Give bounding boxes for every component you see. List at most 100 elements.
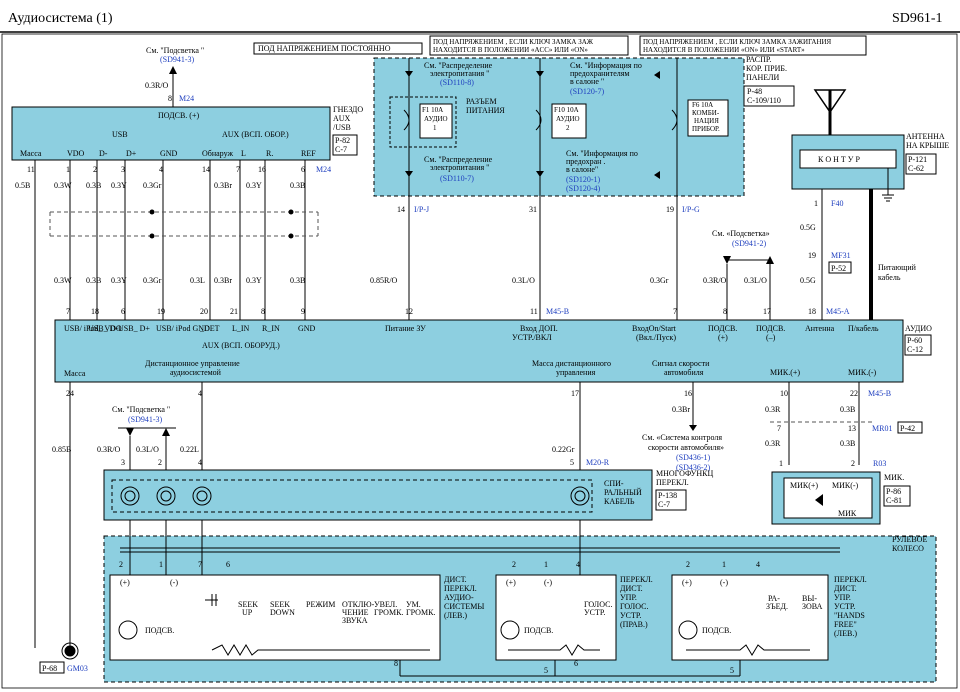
svg-text:0.85B: 0.85B — [52, 445, 71, 454]
svg-text:ПОДСВ.: ПОДСВ. — [524, 626, 553, 635]
svg-text:МИК.(-): МИК.(-) — [848, 368, 877, 377]
svg-text:КОР. ПРИБ.: КОР. ПРИБ. — [746, 64, 787, 73]
svg-text:УСТР./ВКЛ: УСТР./ВКЛ — [512, 333, 552, 342]
svg-text:СИСТЕМЫ: СИСТЕМЫ — [444, 602, 484, 611]
svg-text:(SD120-4): (SD120-4) — [566, 184, 601, 193]
svg-text:2: 2 — [158, 458, 162, 467]
svg-text:MR01: MR01 — [872, 424, 892, 433]
svg-text:0.5G: 0.5G — [800, 276, 816, 285]
svg-text:R_IN: R_IN — [262, 324, 280, 333]
svg-text:(ЛЕВ.): (ЛЕВ.) — [834, 629, 857, 638]
svg-text:0.22L: 0.22L — [180, 445, 199, 454]
svg-text:6: 6 — [226, 560, 230, 569]
svg-text:7: 7 — [673, 307, 677, 316]
svg-text:0.3B: 0.3B — [86, 181, 101, 190]
svg-text:M45-B: M45-B — [868, 389, 891, 398]
svg-text:0.3R/O: 0.3R/O — [97, 445, 121, 454]
svg-text:0.3Y: 0.3Y — [111, 181, 127, 190]
svg-text:КАБЕЛЬ: КАБЕЛЬ — [604, 497, 635, 506]
svg-text:16: 16 — [684, 389, 692, 398]
ground-point-icon — [64, 645, 76, 657]
svg-text:P-52: P-52 — [831, 264, 846, 273]
svg-text:0.3L/O: 0.3L/O — [136, 445, 159, 454]
svg-text:FREE": FREE" — [834, 620, 857, 629]
svg-text:1: 1 — [433, 124, 437, 132]
acc-on-label-2: НАХОДИТСЯ В ПОЛОЖЕНИИ «ACC» ИЛИ «ON» — [433, 46, 588, 54]
svg-text:НА КРЫШЕ: НА КРЫШЕ — [906, 141, 949, 150]
svg-text:0.3Br: 0.3Br — [214, 181, 232, 190]
svg-text:VDO: VDO — [67, 149, 85, 158]
svg-text:12: 12 — [405, 307, 413, 316]
svg-text:8: 8 — [261, 307, 265, 316]
hands-free-switch-left — [671, 574, 829, 661]
svg-text:P-121: P-121 — [908, 155, 927, 164]
svg-text:D+: D+ — [126, 149, 137, 158]
svg-text:10: 10 — [780, 389, 788, 398]
svg-text:3: 3 — [121, 165, 125, 174]
svg-text:2: 2 — [512, 560, 516, 569]
svg-text:0.3L/O: 0.3L/O — [744, 276, 767, 285]
svg-text:(+): (+) — [120, 578, 130, 587]
svg-text:Питающий: Питающий — [878, 263, 917, 272]
svg-text:P-48: P-48 — [747, 87, 762, 96]
svg-text:(SD941-3): (SD941-3) — [128, 415, 163, 424]
svg-text:2: 2 — [686, 560, 690, 569]
svg-text:УПР.: УПР. — [834, 593, 851, 602]
svg-text:C-62: C-62 — [908, 164, 924, 173]
svg-text:НАЦИЯ: НАЦИЯ — [694, 117, 719, 125]
svg-text:D-: D- — [99, 149, 108, 158]
svg-text:РАЗЪЕМ: РАЗЪЕМ — [466, 97, 497, 106]
svg-text:P-60: P-60 — [907, 336, 922, 345]
svg-text:0.3R: 0.3R — [765, 439, 781, 448]
svg-text:18: 18 — [808, 307, 816, 316]
svg-text:R03: R03 — [873, 459, 886, 468]
svg-text:(-): (-) — [720, 578, 728, 587]
svg-text:МИК.: МИК. — [884, 473, 904, 482]
svg-text:ПЕРЕКЛ.: ПЕРЕКЛ. — [444, 584, 477, 593]
svg-text:C-7: C-7 — [658, 500, 670, 509]
svg-text:4: 4 — [159, 165, 163, 174]
svg-text:19: 19 — [666, 205, 674, 214]
svg-text:0.22Gr: 0.22Gr — [552, 445, 575, 454]
svg-text:МИК(-): МИК(-) — [832, 481, 859, 490]
svg-text:ЗВУКА: ЗВУКА — [342, 616, 368, 625]
svg-text:F6 10A: F6 10A — [692, 101, 713, 109]
svg-text:0.3Br: 0.3Br — [672, 405, 690, 414]
svg-text:УСТР.: УСТР. — [834, 602, 855, 611]
svg-text:19: 19 — [157, 307, 165, 316]
svg-text:ГНЕЗДО: ГНЕЗДО — [333, 105, 363, 114]
svg-text:РЕЖИМ: РЕЖИМ — [306, 600, 335, 609]
svg-text:КОМБИ-: КОМБИ- — [692, 109, 720, 117]
svg-text:GM03: GM03 — [67, 664, 88, 673]
svg-text:17: 17 — [571, 389, 579, 398]
svg-text:0.3B: 0.3B — [840, 439, 855, 448]
svg-text:22: 22 — [850, 389, 858, 398]
svg-text:0.3B: 0.3B — [840, 405, 855, 414]
svg-text:1: 1 — [779, 459, 783, 468]
svg-text:МИК(+): МИК(+) — [790, 481, 818, 490]
svg-text:ПРИБОР.: ПРИБОР. — [692, 125, 720, 133]
svg-text:M45-A: M45-A — [826, 307, 850, 316]
svg-text:I/P-J: I/P-J — [414, 205, 429, 214]
svg-text:AUX (ВСП. ОБОР.): AUX (ВСП. ОБОР.) — [222, 130, 289, 139]
constant-power-label: ПОД НАПРЯЖЕНИЕМ ПОСТОЯННО — [258, 44, 391, 53]
svg-text:0.3R/O: 0.3R/O — [145, 81, 169, 90]
svg-text:3: 3 — [121, 458, 125, 467]
svg-text:C-7: C-7 — [335, 145, 347, 154]
diagram-title: Аудиосистема (1) — [8, 11, 113, 26]
svg-text:7: 7 — [66, 307, 70, 316]
svg-text:L_IN: L_IN — [232, 324, 250, 333]
svg-text:GND: GND — [160, 149, 178, 158]
svg-text:ПЕРЕКЛ.: ПЕРЕКЛ. — [620, 575, 653, 584]
svg-text:USB_ D-: USB_ D- — [88, 324, 118, 333]
svg-text:4: 4 — [198, 389, 202, 398]
svg-text:M20-R: M20-R — [586, 458, 610, 467]
svg-text:2: 2 — [851, 459, 855, 468]
svg-text:31: 31 — [529, 205, 537, 214]
svg-text:П/кабель: П/кабель — [848, 324, 879, 333]
svg-text:0.5B: 0.5B — [15, 181, 30, 190]
svg-text:Вход ДОП.: Вход ДОП. — [520, 324, 558, 333]
svg-text:1: 1 — [722, 560, 726, 569]
svg-text:1: 1 — [66, 165, 70, 174]
backlight-arrow-icon — [169, 66, 177, 74]
